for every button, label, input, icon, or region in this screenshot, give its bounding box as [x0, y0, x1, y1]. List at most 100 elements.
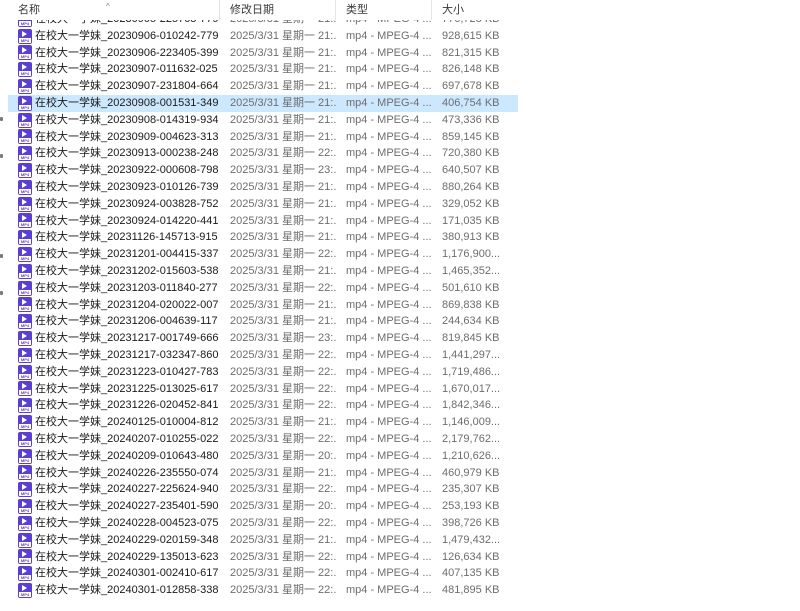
file-row[interactable]: MP4 在校大一学妹_20240227-235401-590 2025/3/31 星…: [8, 498, 518, 515]
file-name-cell: MP4 在校大一学妹_20240226-235550-074: [8, 465, 220, 482]
mpeg4-video-file-icon: MP4: [18, 45, 32, 61]
file-name: 在校大一学妹_20230907-011632-025: [35, 63, 218, 76]
file-row[interactable]: MP4 在校大一学妹_20231225-013025-617 2025/3/31 星…: [8, 381, 518, 398]
file-row[interactable]: MP4 在校大一学妹_20240227-225624-940 2025/3/31 星…: [8, 481, 518, 498]
file-row[interactable]: MP4 在校大一学妹_20231204-020022-007 2025/3/31 星…: [8, 297, 518, 314]
file-row[interactable]: MP4 在校大一学妹_20240229-020159-348 2025/3/31 星…: [8, 532, 518, 549]
file-row[interactable]: MP4 在校大一学妹_20231226-020452-841 2025/3/31 星…: [8, 397, 518, 414]
file-row[interactable]: MP4 在校大一学妹_20240125-010004-812 2025/3/31 星…: [8, 414, 518, 431]
file-name: 在校大一学妹_20231223-010427-783: [35, 365, 219, 378]
file-name-cell: MP4 在校大一学妹_20230913-000238-248: [8, 145, 220, 162]
file-row[interactable]: MP4 在校大一学妹_20231206-004639-117 2025/3/31 星…: [8, 313, 518, 330]
file-type: mp4 - MPEG-4 ...: [346, 298, 432, 311]
file-size: 406,754 KB: [442, 96, 500, 109]
file-name-cell: MP4 在校大一学妹_20230906-010242-779: [8, 28, 220, 45]
file-name-cell: MP4 在校大一学妹_20230908-001531-349: [8, 95, 220, 112]
file-row[interactable]: MP4 在校大一学妹_20230909-004623-313 2025/3/31 星…: [8, 129, 518, 146]
file-row[interactable]: MP4 在校大一学妹_20240301-012858-338 2025/3/31 星…: [8, 582, 518, 599]
file-size: 640,507 KB: [442, 164, 500, 177]
file-rows: MP4 在校大一学妹_20230905-225708-779 2025/3/31…: [8, 11, 518, 599]
file-size: 869,838 KB: [442, 298, 500, 311]
file-size: 481,895 KB: [442, 584, 500, 597]
file-type: mp4 - MPEG-4 ...: [346, 365, 432, 378]
mpeg4-video-file-icon: MP4: [18, 499, 32, 514]
column-header-date[interactable]: 修改日期: [220, 0, 336, 20]
file-row[interactable]: MP4 在校大一学妹_20230907-011632-025 2025/3/31 星…: [8, 61, 518, 78]
file-row[interactable]: MP4 在校大一学妹_20231202-015603-538 2025/3/31 星…: [8, 263, 518, 280]
file-size: 235,307 KB: [442, 483, 500, 496]
file-type: mp4 - MPEG-4 ...: [346, 130, 432, 143]
file-row[interactable]: MP4 在校大一学妹_20230924-003828-752 2025/3/31 星…: [8, 196, 518, 213]
file-name: 在校大一学妹_20230922-000608-798: [35, 164, 219, 177]
file-row[interactable]: MP4 在校大一学妹_20230923-010126-739 2025/3/31 星…: [8, 179, 518, 196]
column-header-type[interactable]: 类型: [336, 0, 432, 20]
file-row[interactable]: MP4 在校大一学妹_20230924-014220-441 2025/3/31 星…: [8, 213, 518, 230]
file-row[interactable]: MP4 在校大一学妹_20231217-032347-860 2025/3/31 星…: [8, 347, 518, 364]
file-name: 在校大一学妹_20231217-032347-860: [35, 348, 219, 361]
file-row[interactable]: MP4 在校大一学妹_20230906-223405-399 2025/3/31 星…: [8, 45, 518, 62]
mpeg4-video-file-icon: MP4: [18, 331, 32, 347]
file-date: 2025/3/31 星期一 21:...: [230, 533, 336, 546]
file-size: 720,380 KB: [442, 147, 500, 160]
edge-mark: [0, 291, 3, 295]
file-row[interactable]: MP4 在校大一学妹_20231203-011840-277 2025/3/31 星…: [8, 280, 518, 297]
file-row[interactable]: MP4 在校大一学妹_20230906-010242-779 2025/3/31 星…: [8, 28, 518, 45]
file-type: mp4 - MPEG-4 ...: [346, 281, 432, 294]
file-row[interactable]: MP4 在校大一学妹_20231201-004415-337 2025/3/31 星…: [8, 246, 518, 263]
file-type: mp4 - MPEG-4 ...: [346, 382, 432, 395]
file-type: mp4 - MPEG-4 ...: [346, 550, 432, 563]
file-name-cell: MP4 在校大一学妹_20230906-223405-399: [8, 45, 220, 62]
file-row[interactable]: MP4 在校大一学妹_20230913-000238-248 2025/3/31 星…: [8, 145, 518, 162]
file-name: 在校大一学妹_20231225-013025-617: [35, 382, 219, 395]
file-row[interactable]: MP4 在校大一学妹_20230907-231804-664 2025/3/31 星…: [8, 78, 518, 95]
file-row[interactable]: MP4 在校大一学妹_20230908-001531-349 2025/3/31 星…: [8, 94, 518, 112]
file-name: 在校大一学妹_20240228-004523-075: [35, 516, 219, 529]
file-name-cell: MP4 在校大一学妹_20231225-013025-617: [8, 381, 220, 398]
mpeg4-video-file-icon: MP4: [18, 213, 32, 229]
vertical-scrollbar[interactable]: [792, 0, 800, 611]
mpeg4-video-file-icon: MP4: [18, 62, 32, 78]
file-name: 在校大一学妹_20230906-010242-779: [35, 29, 219, 42]
file-row[interactable]: MP4 在校大一学妹_20240209-010643-480 2025/3/31 星…: [8, 448, 518, 465]
file-type: mp4 - MPEG-4 ...: [346, 584, 432, 597]
file-date: 2025/3/31 星期一 21:...: [230, 214, 336, 227]
file-row[interactable]: MP4 在校大一学妹_20230908-014319-934 2025/3/31 星…: [8, 112, 518, 129]
file-row[interactable]: MP4 在校大一学妹_20231217-001749-666 2025/3/31 星…: [8, 330, 518, 347]
file-size: 826,148 KB: [442, 63, 500, 76]
file-size: 1,146,009...: [442, 416, 501, 429]
file-name-cell: MP4 在校大一学妹_20240207-010255-022: [8, 431, 220, 448]
file-size: 171,035 KB: [442, 214, 500, 227]
file-name-cell: MP4 在校大一学妹_20231217-001749-666: [8, 330, 220, 347]
file-name-cell: MP4 在校大一学妹_20231203-011840-277: [8, 280, 220, 297]
file-date: 2025/3/31 星期一 23:...: [230, 332, 336, 345]
file-size: 126,634 KB: [442, 550, 500, 563]
file-size: 1,465,352...: [442, 264, 501, 277]
file-date: 2025/3/31 星期一 21:...: [230, 63, 336, 76]
file-row[interactable]: MP4 在校大一学妹_20230922-000608-798 2025/3/31 星…: [8, 162, 518, 179]
file-row[interactable]: MP4 在校大一学妹_20240207-010255-022 2025/3/31 星…: [8, 431, 518, 448]
mpeg4-video-file-icon: MP4: [18, 179, 32, 195]
mpeg4-video-file-icon: MP4: [18, 465, 32, 481]
sort-up-arrow-icon: ^: [106, 2, 110, 11]
file-row[interactable]: MP4 在校大一学妹_20240229-135013-623 2025/3/31 星…: [8, 549, 518, 566]
file-type: mp4 - MPEG-4 ...: [346, 96, 432, 109]
file-name-cell: MP4 在校大一学妹_20240228-004523-075: [8, 515, 220, 532]
file-row[interactable]: MP4 在校大一学妹_20231126-145713-915 2025/3/31 星…: [8, 229, 518, 246]
file-row[interactable]: MP4 在校大一学妹_20240228-004523-075 2025/3/31 星…: [8, 515, 518, 532]
mpeg4-video-file-icon: MP4: [18, 297, 32, 313]
mpeg4-video-file-icon: MP4: [18, 280, 32, 296]
file-name: 在校大一学妹_20230906-223405-399: [35, 46, 219, 59]
file-row[interactable]: MP4 在校大一学妹_20231223-010427-783 2025/3/31 星…: [8, 364, 518, 381]
mpeg4-video-file-icon: MP4: [18, 146, 32, 162]
file-type: mp4 - MPEG-4 ...: [346, 500, 432, 513]
file-row[interactable]: MP4 在校大一学妹_20240226-235550-074 2025/3/31 星…: [8, 465, 518, 482]
file-row[interactable]: MP4 在校大一学妹_20240301-002410-617 2025/3/31 星…: [8, 565, 518, 582]
file-size: 1,719,486...: [442, 365, 501, 378]
file-name-cell: MP4 在校大一学妹_20231202-015603-538: [8, 263, 220, 280]
file-size: 821,315 KB: [442, 46, 500, 59]
column-header-name[interactable]: ^ 名称: [8, 0, 220, 20]
file-name: 在校大一学妹_20240229-135013-623: [35, 550, 219, 563]
edge-mark: [0, 254, 3, 258]
column-header-size[interactable]: 大小: [432, 0, 518, 20]
file-name-cell: MP4 在校大一学妹_20230923-010126-739: [8, 179, 220, 196]
